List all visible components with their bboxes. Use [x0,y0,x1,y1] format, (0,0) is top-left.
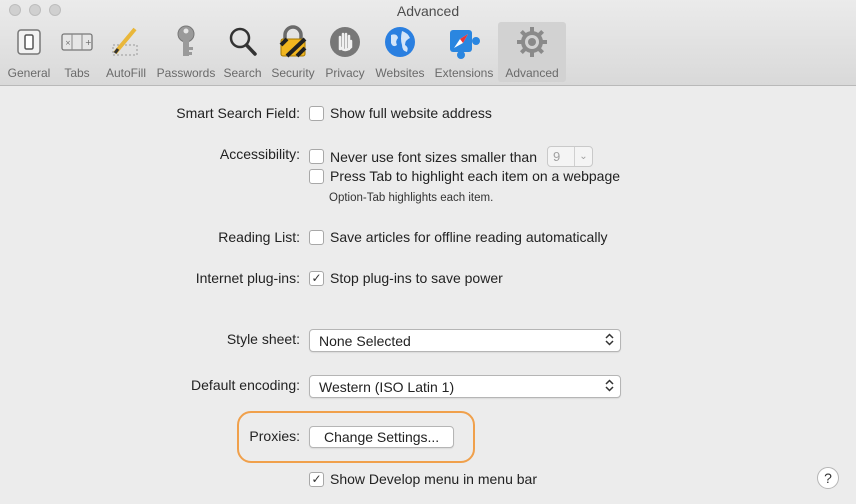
tab-tabs[interactable]: × + Tabs [55,22,99,82]
font-size-value: 9 [552,149,561,164]
offline-reading-text: Save articles for offline reading automa… [330,229,608,245]
tab-extensions[interactable]: Extensions [430,22,498,82]
show-full-address-checkbox[interactable] [309,105,324,121]
tab-highlight-option[interactable]: Press Tab to highlight each item on a we… [309,168,620,184]
key-icon [168,24,204,60]
tab-general-label: General [7,66,51,80]
tab-search[interactable]: Search [219,22,266,82]
tab-advanced[interactable]: Advanced [498,22,566,82]
offline-reading-checkbox[interactable] [309,229,324,245]
tab-extensions-label: Extensions [434,66,494,80]
tab-websites[interactable]: Websites [370,22,430,82]
updown-chevron-icon [605,332,614,349]
tab-highlight-text: Press Tab to highlight each item on a we… [330,168,621,184]
tab-highlight-note: Option-Tab highlights each item. [329,192,494,204]
show-full-address-text: Show full website address [330,105,492,121]
min-font-size-text: Never use font sizes smaller than [330,148,537,165]
show-develop-menu-text: Show Develop menu in menu bar [330,471,538,487]
preferences-toolbar: General × + Tabs AutoFill Passwords Searc… [3,22,566,84]
show-develop-menu-option[interactable]: ✓ Show Develop menu in menu bar [309,471,537,487]
tab-privacy-label: Privacy [325,66,365,80]
gear-icon [514,24,550,60]
encoding-value: Western (ISO Latin 1) [319,378,455,395]
tab-passwords-label: Passwords [156,66,216,80]
advanced-settings-pane: Smart Search Field: Show full website ad… [0,87,856,504]
show-develop-menu-checkbox[interactable]: ✓ [309,471,324,487]
help-button[interactable]: ? [817,467,839,489]
style-sheet-label: Style sheet: [226,331,300,347]
tab-autofill-label: AutoFill [105,66,146,80]
stop-plugins-option[interactable]: ✓ Stop plug-ins to save power [309,270,503,286]
chevron-down-icon: ⌄ [573,147,592,166]
smart-search-label: Smart Search Field: [176,105,300,121]
window-title: Advanced [396,3,460,19]
globe-icon [382,24,418,60]
padlock-icon [275,24,311,60]
puzzle-compass-icon [446,24,482,60]
title-bar: Advanced General × + Tabs AutoFill Passwo… [0,0,856,86]
svg-text:+: + [85,38,92,47]
min-font-size-option[interactable]: Never use font sizes smaller than 9 ⌄ [309,146,593,167]
magnifier-icon [225,24,261,60]
min-font-size-checkbox[interactable] [309,149,324,164]
tab-search-label: Search [223,66,262,80]
tab-websites-label: Websites [375,66,425,80]
reading-list-label: Reading List: [218,229,300,245]
tab-passwords[interactable]: Passwords [153,22,219,82]
style-sheet-popup[interactable]: None Selected [309,329,621,352]
change-proxy-settings-button[interactable]: Change Settings... [309,426,455,448]
tab-tabs-label: Tabs [64,66,90,80]
tab-general[interactable]: General [3,22,55,82]
tab-security-label: Security [271,66,315,80]
tab-highlight-checkbox[interactable] [309,168,324,184]
tab-advanced-label: Advanced [505,66,559,80]
accessibility-label: Accessibility: [219,146,300,162]
tab-security[interactable]: Security [266,22,320,82]
show-full-address-option[interactable]: Show full website address [309,105,492,121]
switch-icon [11,24,47,60]
style-sheet-value: None Selected [319,332,411,349]
pencil-icon [108,24,144,60]
font-size-popup[interactable]: 9 ⌄ [546,146,593,167]
plugins-label: Internet plug-ins: [195,270,300,286]
stop-plugins-checkbox[interactable]: ✓ [309,270,324,286]
stop-plugins-text: Stop plug-ins to save power [330,270,503,286]
tabs-icon: × + [59,24,95,60]
encoding-popup[interactable]: Western (ISO Latin 1) [309,375,621,398]
hand-icon [327,24,363,60]
tab-privacy[interactable]: Privacy [320,22,370,82]
offline-reading-option[interactable]: Save articles for offline reading automa… [309,229,608,245]
tab-autofill[interactable]: AutoFill [99,22,153,82]
encoding-label: Default encoding: [191,377,300,393]
proxies-label: Proxies: [249,428,300,444]
svg-text:×: × [65,39,71,47]
updown-chevron-icon [605,378,614,395]
